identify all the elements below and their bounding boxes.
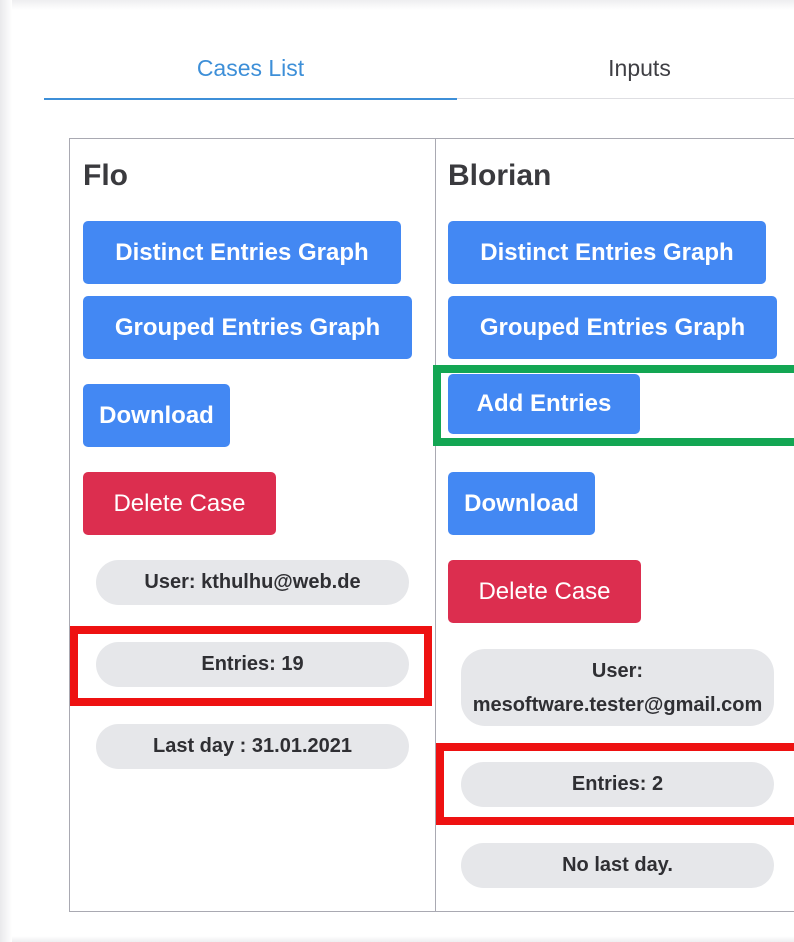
entries-highlight-red [70,626,432,706]
delete-case-button[interactable]: Delete Case [448,560,641,623]
tab-bar-divider [457,98,794,99]
entries-highlight-red [436,743,794,825]
window-shadow [0,0,12,942]
window-bottom-edge [12,936,794,942]
add-entries-highlight-green [433,365,794,446]
download-button[interactable]: Download [83,384,230,447]
last-day-badge: No last day. [461,843,774,888]
user-badge: User: kthulhu@web.de [96,560,409,605]
window-top-edge [12,0,794,10]
tab-cases-list[interactable]: Cases List [44,48,457,98]
distinct-entries-graph-button[interactable]: Distinct Entries Graph [448,221,766,284]
tab-inputs[interactable]: Inputs [457,48,794,98]
user-badge-label: User: [591,659,644,682]
download-button[interactable]: Download [448,472,595,535]
active-tab-indicator [44,98,457,100]
tab-bar: Cases List Inputs [44,48,794,100]
case-title: Blorian [448,159,552,192]
grouped-entries-graph-button[interactable]: Grouped Entries Graph [83,296,412,359]
distinct-entries-graph-button[interactable]: Distinct Entries Graph [83,221,401,284]
user-badge-email: mesoftware.tester@gmail.com [472,693,763,716]
last-day-badge: Last day : 31.01.2021 [96,724,409,769]
delete-case-button[interactable]: Delete Case [83,472,276,535]
grouped-entries-graph-button[interactable]: Grouped Entries Graph [448,296,777,359]
user-badge: User: mesoftware.tester@gmail.com [461,649,774,726]
case-title: Flo [83,159,128,192]
